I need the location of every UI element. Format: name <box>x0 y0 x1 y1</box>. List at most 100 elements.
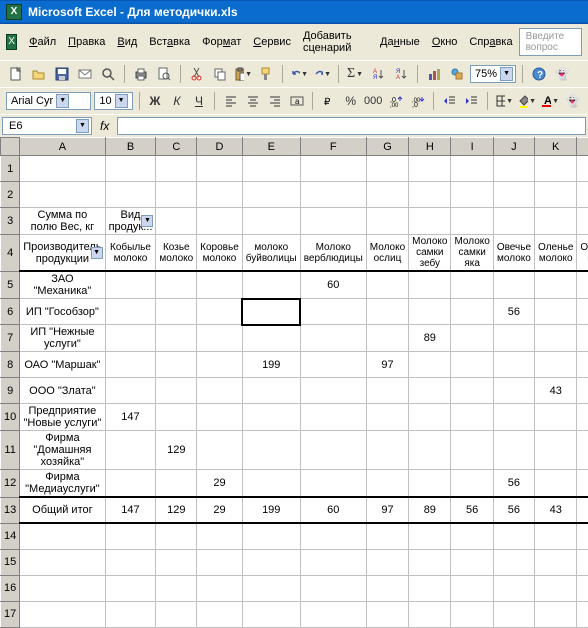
cell[interactable] <box>535 523 577 549</box>
cell[interactable]: 60 <box>300 271 366 299</box>
cell[interactable]: 296 <box>577 352 588 378</box>
align-center-button[interactable] <box>243 91 262 111</box>
cell[interactable] <box>156 182 197 208</box>
row-header-8[interactable]: 8 <box>1 352 20 378</box>
col-header-L[interactable]: L <box>577 138 588 156</box>
cell[interactable] <box>535 431 577 470</box>
cell[interactable]: 56 <box>493 497 534 523</box>
cell[interactable]: 129 <box>156 431 197 470</box>
cell[interactable] <box>105 182 156 208</box>
cell[interactable]: 29 <box>197 470 243 498</box>
row-header-3[interactable]: 3 <box>1 208 20 235</box>
row-header-10[interactable]: 10 <box>1 404 20 431</box>
pivot-col-header[interactable]: Молоко самки зебу <box>409 235 451 272</box>
pivot-col-header[interactable]: Общий итог <box>577 235 588 272</box>
pivot-row-label[interactable]: ОАО "Маршак" <box>20 352 105 378</box>
cell[interactable] <box>493 208 534 235</box>
cell[interactable] <box>451 378 493 404</box>
cell[interactable] <box>105 299 156 325</box>
cell[interactable] <box>300 378 366 404</box>
cell[interactable]: 56 <box>493 299 534 325</box>
undo-button[interactable]: ▼ <box>289 64 309 84</box>
cell[interactable] <box>451 575 493 601</box>
row-header-4[interactable]: 4 <box>1 235 20 272</box>
cell[interactable] <box>197 271 243 299</box>
drawing-toolbar-button[interactable] <box>447 64 467 84</box>
menu-file[interactable]: Файл <box>23 34 62 50</box>
cell[interactable] <box>105 431 156 470</box>
font-size-combo[interactable]: 10▼ <box>94 92 132 110</box>
align-left-button[interactable] <box>221 91 240 111</box>
help-button[interactable]: ? <box>529 64 549 84</box>
cell[interactable] <box>156 352 197 378</box>
cell[interactable] <box>577 182 588 208</box>
increase-indent-button[interactable] <box>462 91 481 111</box>
pivot-col-header[interactable]: Молоко ослиц <box>366 235 408 272</box>
cell[interactable] <box>300 431 366 470</box>
cell[interactable] <box>493 404 534 431</box>
col-header-E[interactable]: E <box>242 138 300 156</box>
underline-button[interactable]: Ч <box>189 91 208 111</box>
cell[interactable] <box>493 325 534 352</box>
cell[interactable] <box>242 575 300 601</box>
cell[interactable] <box>451 352 493 378</box>
cell[interactable] <box>409 352 451 378</box>
cut-button[interactable] <box>187 64 207 84</box>
row-header-14[interactable]: 14 <box>1 523 20 549</box>
email-button[interactable] <box>75 64 95 84</box>
cell[interactable] <box>451 182 493 208</box>
cell[interactable] <box>197 182 243 208</box>
merge-center-button[interactable]: a <box>287 91 306 111</box>
pivot-col-header[interactable]: Кобылье молоко <box>105 235 156 272</box>
row-header-9[interactable]: 9 <box>1 378 20 404</box>
dropdown-icon[interactable]: ▼ <box>141 215 153 227</box>
cell[interactable] <box>156 575 197 601</box>
cell[interactable] <box>366 575 408 601</box>
cell[interactable] <box>300 575 366 601</box>
cell[interactable] <box>366 325 408 352</box>
italic-button[interactable]: К <box>167 91 186 111</box>
cell[interactable] <box>535 208 577 235</box>
cell[interactable] <box>105 549 156 575</box>
cell[interactable]: 56 <box>577 299 588 325</box>
cell[interactable] <box>366 523 408 549</box>
cell[interactable] <box>242 208 300 235</box>
cell[interactable] <box>451 156 493 182</box>
pivot-row-field[interactable]: Производитель продукции▼ <box>20 235 105 272</box>
menu-view[interactable]: Вид <box>111 34 143 50</box>
cell[interactable] <box>105 325 156 352</box>
cell[interactable] <box>409 549 451 575</box>
cell[interactable] <box>451 299 493 325</box>
new-doc-button[interactable] <box>6 64 26 84</box>
cell[interactable] <box>300 156 366 182</box>
menu-help[interactable]: Справка <box>463 34 518 50</box>
save-button[interactable] <box>52 64 72 84</box>
cell[interactable] <box>242 549 300 575</box>
cell[interactable] <box>20 156 105 182</box>
cell[interactable]: 147 <box>577 404 588 431</box>
select-all-corner[interactable] <box>1 138 20 156</box>
cell[interactable] <box>577 601 588 627</box>
cell[interactable]: 43 <box>535 497 577 523</box>
cell[interactable]: 97 <box>366 352 408 378</box>
pivot-col-header[interactable]: молоко буйволицы <box>242 235 300 272</box>
align-right-button[interactable] <box>265 91 284 111</box>
copy-button[interactable] <box>210 64 230 84</box>
cell[interactable] <box>197 523 243 549</box>
cell[interactable] <box>197 601 243 627</box>
cell[interactable] <box>197 549 243 575</box>
pivot-row-label[interactable]: ИП "Гособзор" <box>20 299 105 325</box>
cell[interactable] <box>197 299 243 325</box>
cell[interactable]: 85 <box>577 470 588 498</box>
cell[interactable] <box>242 378 300 404</box>
cell[interactable] <box>105 156 156 182</box>
print-button[interactable] <box>131 64 151 84</box>
cell[interactable] <box>409 378 451 404</box>
pivot-col-header[interactable]: Коровье молоко <box>197 235 243 272</box>
cell[interactable] <box>197 575 243 601</box>
pivot-row-label[interactable]: Предприятие "Новые услуги" <box>20 404 105 431</box>
cell[interactable] <box>535 575 577 601</box>
cell[interactable] <box>197 378 243 404</box>
row-header-7[interactable]: 7 <box>1 325 20 352</box>
cell[interactable] <box>409 404 451 431</box>
